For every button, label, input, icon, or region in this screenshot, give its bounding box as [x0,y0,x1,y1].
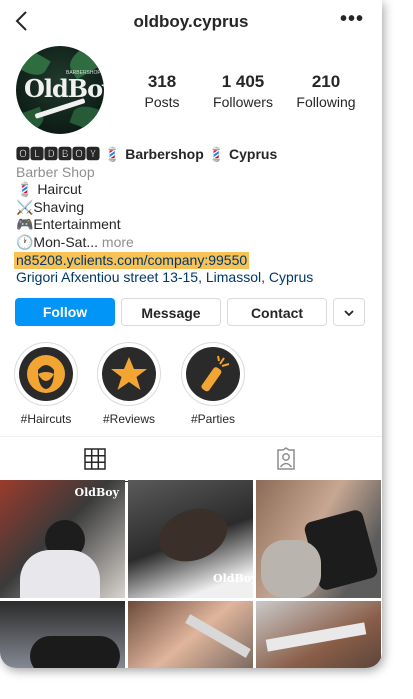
top-bar: oldboy.cyprus ••• [0,0,382,44]
tab-tagged[interactable] [190,437,382,481]
message-button[interactable]: Message [121,298,221,326]
star-icon [111,357,147,390]
profile-category: Barber Shop [16,163,95,180]
highlight-cover [186,347,240,401]
stat-value: 1 405 [221,72,265,91]
photo-detail [151,499,235,571]
profile-display-name: 🅾🅻🅳🅱🅾🆈 💈 Barbershop 💈 Cyprus [16,146,278,162]
highlight-label: #Reviews [102,412,156,426]
leaf-decoration [69,101,104,134]
bio-address-link[interactable]: Grigori Afxentiou street 13-15, Limassol… [16,269,366,287]
more-options-icon[interactable]: ••• [340,8,364,31]
profile-bio: 🅾🅻🅳🅱🅾🆈 💈 Barbershop 💈 Cyprus Barber Shop… [14,146,366,287]
bearded-man-icon [27,355,65,393]
phone-screen: oldboy.cyprus ••• BARBERSHOP OldBoy 318 … [0,0,382,668]
stat-label: Posts [144,94,180,110]
grid-icon [84,448,106,470]
stat-value: 210 [311,72,341,91]
bio-line: 🕐Mon-Sat... [16,233,102,250]
post-thumbnail[interactable] [128,601,253,668]
highlight-ring [97,342,161,406]
bio-line-truncated: 🕐Mon-Sat... more [16,234,366,252]
bio-website-link[interactable]: n85208.yclients.com/company:99550 [14,251,250,270]
highlight-ring [181,342,245,406]
photo-detail [261,540,321,598]
highlight-cover [102,347,156,401]
contact-button[interactable]: Contact [227,298,327,326]
stat-label: Following [296,94,356,110]
stat-following[interactable]: 210 Following [290,72,362,110]
highlight-label: #Parties [190,412,236,426]
follow-button[interactable]: Follow [15,298,115,326]
highlight-haircuts[interactable]: #Haircuts [13,342,79,426]
avatar-logo: OldBoy [24,74,104,103]
highlight-label: #Haircuts [20,412,72,426]
tagged-person-icon [277,447,295,470]
post-thumbnail[interactable] [0,601,125,668]
post-watermark: OldBoy [213,572,253,585]
profile-tabs [0,436,382,482]
stat-value: 318 [147,72,177,91]
bio-more-link[interactable]: more [102,234,134,250]
post-thumbnail[interactable] [256,480,381,598]
photo-detail [20,550,100,598]
photo-detail [265,622,367,652]
stat-label: Followers [213,94,273,110]
photo-detail [30,636,120,668]
bio-line: ⚔️Shaving [16,198,85,215]
suggested-dropdown-button[interactable] [333,298,365,326]
post-thumbnail[interactable]: OldBoy [0,480,125,598]
stat-posts[interactable]: 318 Posts [130,72,194,110]
highlight-ring [14,342,78,406]
chevron-down-icon [344,310,354,317]
bio-line: 🎮Entertainment [16,216,121,233]
post-thumbnail[interactable]: OldBoy [128,480,253,598]
photo-detail [185,614,251,658]
post-watermark: OldBoy [74,486,119,499]
firecracker-icon [201,355,230,392]
highlight-reviews[interactable]: #Reviews [96,342,162,426]
profile-username: oldboy.cyprus [133,12,249,31]
profile-avatar[interactable]: BARBERSHOP OldBoy [16,46,104,134]
post-thumbnail[interactable] [256,601,381,668]
tab-posts-grid[interactable] [0,437,190,482]
highlight-cover [19,347,73,401]
stat-followers[interactable]: 1 405 Followers [208,72,278,110]
bio-line: 💈 Haircut [16,181,82,198]
highlight-parties[interactable]: #Parties [180,342,246,426]
